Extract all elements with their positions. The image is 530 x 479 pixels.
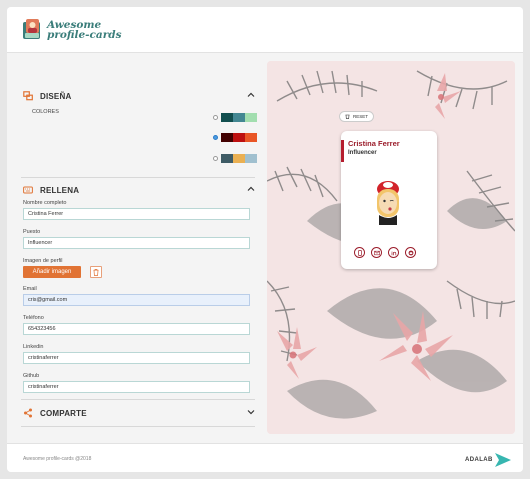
share-header[interactable]: COMPARTE [21, 400, 255, 426]
linkedin-label: Linkedin [23, 344, 44, 350]
name-label: Nombre completo [23, 200, 67, 206]
reset-button[interactable]: RESET [339, 111, 375, 122]
phone-input[interactable]: 654323456 [23, 323, 250, 335]
logo[interactable]: Awesome profile-cards [21, 15, 122, 45]
color-swatch [233, 154, 245, 163]
footer: Awesome profile-cards @2018 ADALAB [7, 443, 523, 472]
linkedin-icon[interactable] [388, 247, 399, 258]
design-header[interactable]: DISEÑA [21, 83, 255, 109]
design-title: DISEÑA [40, 91, 72, 101]
image-label: Imagen de perfil [23, 258, 63, 264]
palette-option-3[interactable] [213, 154, 257, 163]
keyboard-icon [23, 186, 33, 194]
palette-radio[interactable] [213, 156, 218, 161]
palette-radio-selected[interactable] [213, 135, 218, 140]
github-icon[interactable] [405, 247, 416, 258]
fill-title: RELLENA [40, 185, 80, 195]
share-section: COMPARTE [21, 400, 255, 427]
card-name: Cristina Ferrer [348, 139, 400, 148]
color-swatch [245, 113, 257, 122]
adalab-brand: ADALAB [465, 457, 493, 463]
logo-icon [23, 19, 40, 39]
palette-radio[interactable] [213, 115, 218, 120]
delete-image-button[interactable] [90, 266, 102, 278]
palette-option-1[interactable] [213, 113, 257, 122]
email-input[interactable]: cris@gmail.com [23, 294, 250, 306]
card-accent-bar [341, 140, 344, 162]
email-icon[interactable] [371, 247, 382, 258]
card-preview: RESET Cristina Ferrer Influencer [267, 61, 515, 434]
github-input[interactable]: cristinaferrer [23, 381, 250, 393]
phone-label: Teléfono [23, 315, 44, 321]
share-icon [24, 408, 32, 418]
color-swatch [245, 154, 257, 163]
design-section: DISEÑA [21, 83, 255, 178]
color-swatch [221, 113, 233, 122]
name-input[interactable]: Cristina Ferrer [23, 208, 250, 220]
chevron-up-icon[interactable] [247, 91, 255, 99]
job-label: Puesto [23, 229, 41, 235]
footer-copyright: Awesome profile-cards @2018 [23, 456, 92, 462]
palette-option-2[interactable] [213, 133, 257, 142]
add-image-button[interactable]: Añadir imagen [23, 266, 81, 278]
adalab-arrow-icon [494, 453, 511, 467]
colors-label: COLORES [32, 109, 59, 115]
color-swatch [233, 133, 245, 142]
color-swatch [221, 154, 233, 163]
reset-label: RESET [353, 114, 369, 119]
divider [21, 177, 255, 178]
trash-icon [93, 268, 99, 276]
card-job: Influencer [348, 150, 377, 156]
chevron-down-icon[interactable] [247, 408, 255, 416]
profile-card: Cristina Ferrer Influencer [341, 131, 437, 269]
logo-line-2: profile-cards [47, 29, 122, 41]
trash-icon [345, 114, 350, 119]
color-swatch [221, 133, 233, 142]
github-label: Github [23, 373, 40, 379]
phone-icon[interactable] [354, 247, 365, 258]
chevron-up-icon[interactable] [247, 185, 255, 193]
email-label: Email [23, 286, 37, 292]
card-contact-icons [354, 247, 416, 258]
app-frame: Awesome profile-cards DISEÑA COLORES REL… [7, 7, 523, 472]
adalab-logo[interactable]: ADALAB [465, 453, 511, 467]
avatar [377, 181, 399, 225]
linkedin-input[interactable]: cristinaferrer [23, 352, 250, 364]
object-ungroup-icon [23, 91, 33, 101]
color-swatch [245, 133, 257, 142]
color-swatch [233, 113, 245, 122]
form-panel: DISEÑA COLORES RELLENA Nombre completo C… [21, 65, 257, 427]
job-input[interactable]: Influencer [23, 237, 250, 249]
share-title: COMPARTE [40, 408, 87, 418]
header: Awesome profile-cards [7, 7, 523, 53]
